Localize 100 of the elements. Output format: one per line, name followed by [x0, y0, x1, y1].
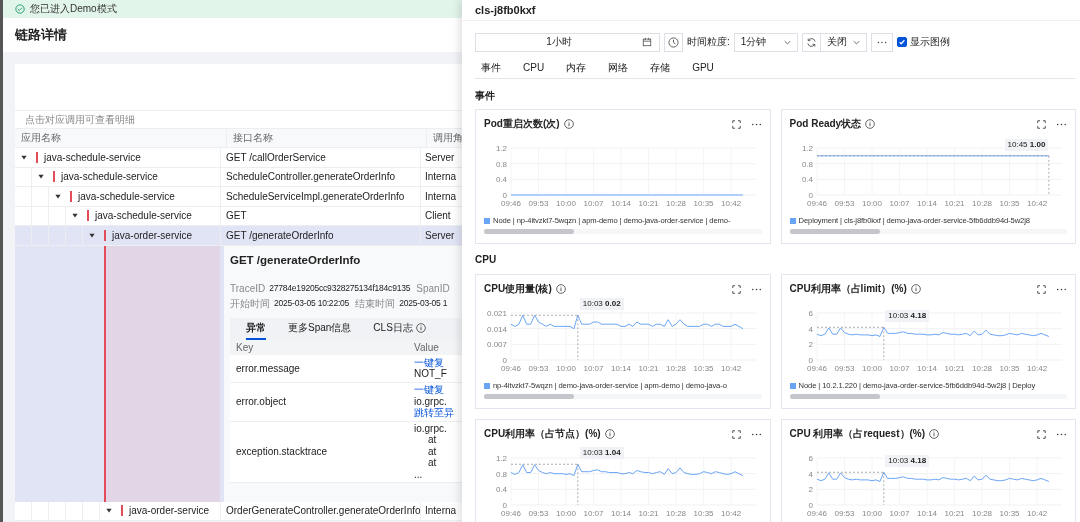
chart-tooltip: 10:03 4.18 [885, 310, 930, 323]
axis-label: 10:42 [1026, 509, 1047, 518]
field-label: TraceID [230, 281, 266, 295]
tree-row[interactable]: java-schedule-service ScheduleServiceImpl.generateOrderInfo Interna [15, 187, 462, 207]
axis-label: 09:46 [806, 364, 827, 373]
key-cell-text: exception.stacktrace [235, 446, 329, 457]
more-icon [876, 40, 887, 44]
interface-name: ScheduleServiceImpl.generateOrderInfo [226, 190, 405, 202]
caret-icon[interactable] [71, 213, 78, 219]
show-legend-checkbox[interactable]: 显示图例 [896, 35, 950, 49]
axis-label: 10:42 [721, 199, 742, 208]
more-icon[interactable] [1056, 432, 1067, 436]
chart-title: CPU使用量(核) [484, 282, 552, 296]
interface-name: GET /generateOrderInfo [226, 229, 334, 241]
clock-button[interactable] [664, 32, 683, 52]
scrollbar-thumb[interactable] [789, 229, 880, 234]
calendar-icon [642, 37, 652, 47]
tab[interactable]: 内存 [560, 59, 603, 78]
axis-label: 10:21 [944, 364, 965, 373]
error-marker [87, 210, 89, 222]
info-icon [910, 284, 921, 294]
caret-icon[interactable] [105, 508, 112, 514]
tab[interactable]: 存储 [644, 59, 687, 78]
fullscreen-icon[interactable] [731, 429, 741, 439]
time-range-field[interactable]: 1小时 [475, 32, 660, 52]
interface-name: GET [226, 210, 247, 222]
interface-name: OrderGenerateController.generateOrderInfo [226, 505, 421, 517]
tab[interactable]: CPU [517, 59, 561, 78]
axis-label: 0.4 [801, 175, 813, 185]
refresh-button[interactable] [801, 32, 821, 52]
axis-label: 0.8 [495, 469, 507, 479]
info-icon [865, 119, 876, 129]
service-name: java-schedule-service [95, 210, 192, 222]
crosshair [510, 314, 579, 361]
crosshair [510, 463, 579, 506]
axis-label: 2 [808, 485, 813, 495]
chart-title: Pod重启次数(次) [484, 117, 560, 131]
value-link[interactable]: 一键复 [414, 356, 447, 368]
tree-row[interactable]: java-schedule-service ScheduleController.generateOrderInfo Interna [15, 167, 462, 187]
service-name: java-schedule-service [78, 190, 175, 202]
tree-row[interactable]: java-schedule-service GET /callOrderService Server [15, 148, 462, 168]
check-icon [897, 38, 906, 46]
value-link[interactable]: 跳转至异 [414, 407, 454, 419]
value-text: io.grpc. [414, 422, 447, 435]
tab[interactable]: GPU [686, 59, 730, 78]
axis-label: 10:14 [916, 199, 937, 208]
axis-label: 10:42 [721, 509, 742, 518]
caret-icon[interactable] [20, 154, 27, 160]
axis-label: 10:00 [861, 364, 882, 373]
tab[interactable]: 网络 [602, 59, 645, 78]
axis-label: 09:46 [806, 509, 827, 518]
error-marker [121, 505, 123, 517]
axis-label: 10:35 [999, 364, 1020, 373]
error-marker [104, 229, 106, 241]
scrollbar-thumb[interactable] [484, 394, 574, 399]
axis-label: 0 [502, 356, 507, 365]
axis-label: 10:07 [889, 509, 910, 518]
fullscreen-icon[interactable] [731, 284, 741, 294]
axis-label: 0.8 [495, 159, 507, 169]
axis-label: 4 [808, 324, 813, 334]
more-icon[interactable] [1056, 122, 1067, 126]
caret-icon[interactable] [88, 232, 95, 238]
more-icon[interactable] [750, 122, 762, 126]
error-marker [53, 171, 55, 183]
value-text: at [427, 434, 438, 446]
chart-tooltip: 10:45 1.00 [1004, 138, 1049, 151]
caret-icon[interactable] [37, 174, 44, 180]
field-value: 2025-03-05 10:22:05 [274, 296, 350, 310]
scrollbar-thumb[interactable] [484, 229, 574, 234]
axis-label: 0 [808, 356, 813, 365]
axis-label: 0.4 [495, 485, 507, 495]
detail-title: GET /generateOrderInfo [230, 253, 362, 268]
key-cell-text: error.object [235, 396, 288, 407]
caret-icon[interactable] [54, 193, 61, 199]
fullscreen-icon[interactable] [731, 119, 741, 129]
tab[interactable]: 事件 [475, 59, 517, 78]
fullscreen-icon[interactable] [1037, 284, 1046, 294]
axis-label: 10:28 [971, 364, 992, 373]
axis-label: 10:14 [611, 364, 632, 373]
chart-title: CPU 利用率（占request）(%) [789, 427, 926, 441]
auto-refresh-select[interactable]: 关闭 [820, 32, 867, 52]
service-name: java-schedule-service [44, 151, 141, 163]
crosshair [816, 471, 884, 506]
more-icon[interactable] [1056, 287, 1067, 291]
detail-tab[interactable]: CLS日志 [373, 317, 426, 340]
refresh-icon [805, 36, 817, 48]
axis-label: 0.8 [801, 159, 813, 169]
fullscreen-icon[interactable] [1037, 429, 1046, 439]
value-link[interactable]: 一键复 [414, 384, 454, 396]
scrollbar-thumb[interactable] [789, 394, 880, 399]
more-icon[interactable] [750, 287, 762, 291]
detail-tab[interactable]: 更多Span信息 [288, 317, 352, 340]
call-role: Interna [425, 171, 457, 183]
tree-row[interactable]: java-order-service OrderGenerateController.generateOrderInfo Interna [15, 501, 462, 521]
more-icon[interactable] [750, 432, 762, 436]
fullscreen-icon[interactable] [1037, 119, 1046, 129]
granularity-select[interactable]: 1分钟 [733, 32, 798, 52]
tree-row[interactable]: java-order-service GET /generateOrderInfo Server [15, 226, 462, 246]
axis-label: 2 [808, 340, 813, 350]
axis-label: 0 [808, 191, 813, 200]
